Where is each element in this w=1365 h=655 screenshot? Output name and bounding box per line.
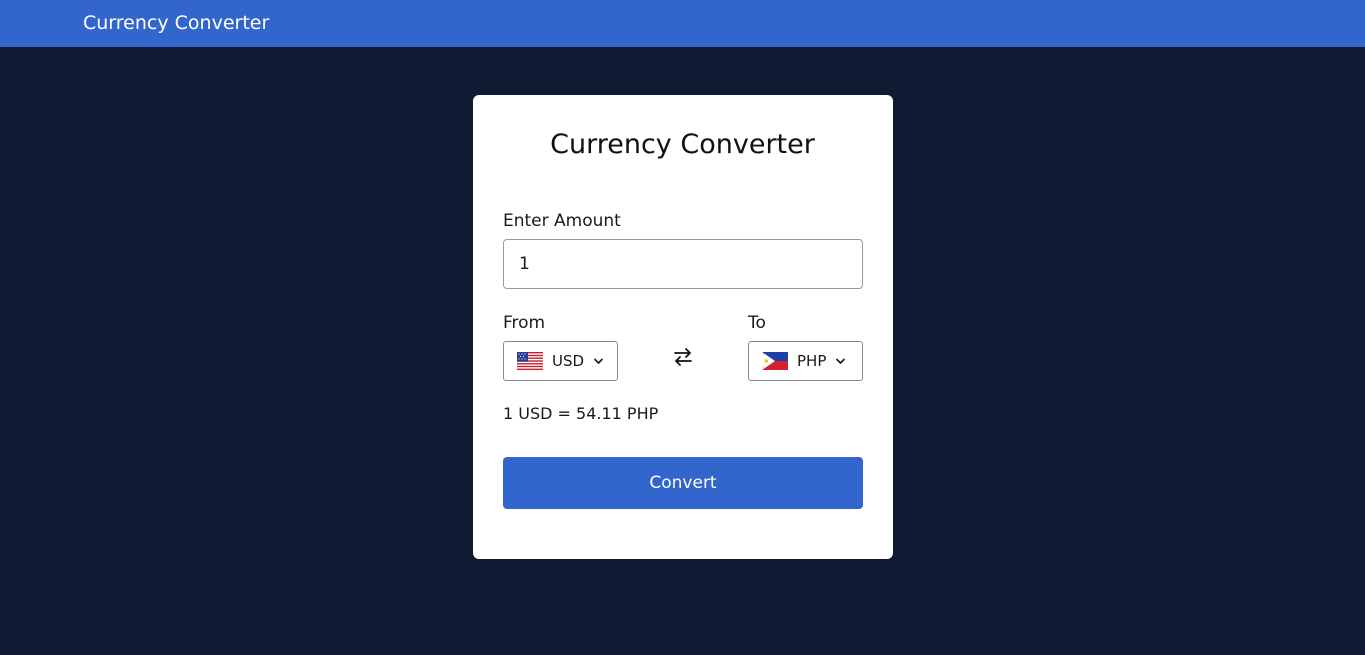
us-flag-icon [517, 352, 543, 370]
card-title: Currency Converter [550, 129, 815, 160]
chevron-down-icon [593, 356, 604, 367]
ph-flag-icon [762, 352, 788, 370]
exchange-rate-text: 1 USD = 54.11 PHP [503, 404, 659, 423]
from-currency-select[interactable]: USD [503, 341, 618, 381]
to-label: To [748, 313, 766, 333]
to-currency-value: PHP [797, 352, 827, 370]
to-currency-select[interactable]: PHP [748, 341, 863, 381]
amount-label: Enter Amount [503, 211, 621, 231]
amount-input[interactable] [503, 239, 863, 289]
swap-arrows-icon[interactable] [672, 347, 694, 367]
from-label: From [503, 313, 546, 333]
top-navbar: Currency Converter [0, 0, 1365, 47]
from-currency-value: USD [552, 352, 585, 370]
navbar-brand[interactable]: Currency Converter [83, 11, 269, 35]
chevron-down-icon [835, 356, 846, 367]
convert-button[interactable]: Convert [503, 457, 863, 509]
